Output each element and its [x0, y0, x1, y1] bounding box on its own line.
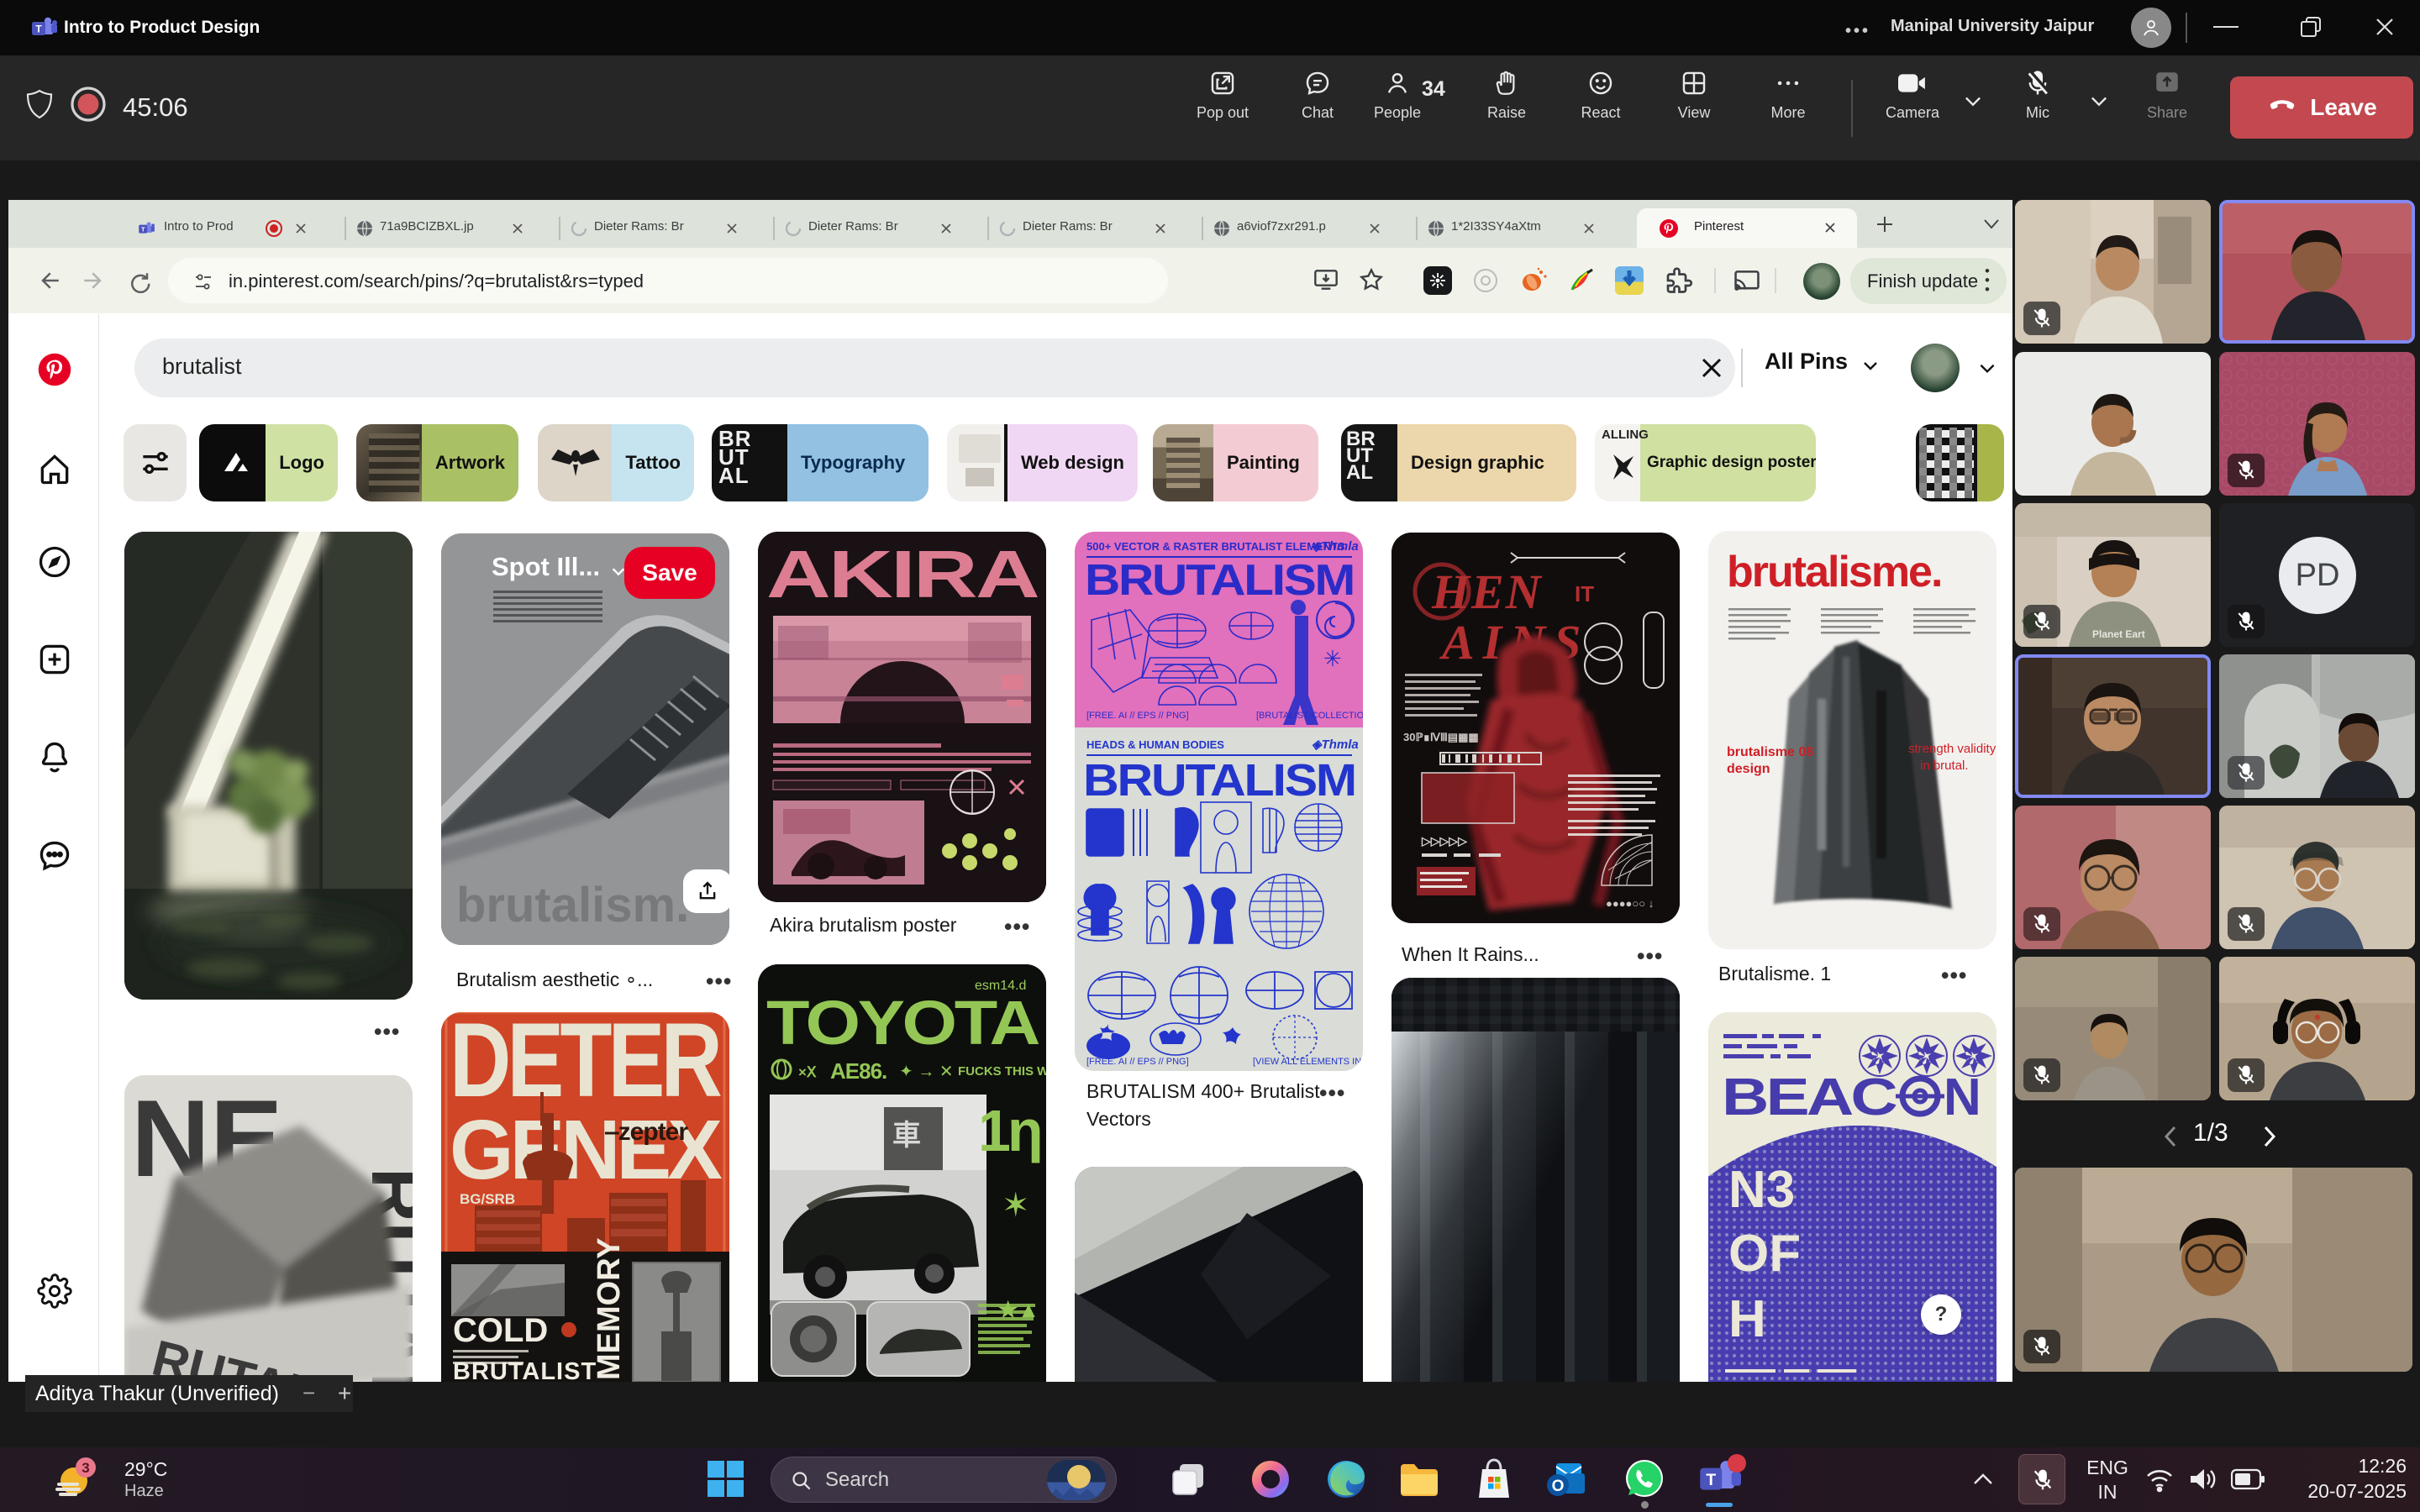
- svg-text:HEN: HEN: [1431, 564, 1543, 619]
- svg-text:◈Thmla: ◈Thmla: [1312, 738, 1359, 752]
- svg-text:30ℙ∎ⅣⅢ▤▦▩: 30ℙ∎ⅣⅢ▤▦▩: [1403, 731, 1479, 743]
- svg-text:HEADS & HUMAN BODIES: HEADS & HUMAN BODIES: [1086, 738, 1224, 751]
- svg-text:N3: N3: [1728, 1161, 1795, 1219]
- svg-text:T: T: [141, 225, 145, 233]
- svg-text:▷▷▷▷▷: ▷▷▷▷▷: [1421, 834, 1468, 848]
- svg-text:FUCKS THIS WORLD: FUCKS THIS WORLD: [958, 1064, 1046, 1079]
- svg-text:O: O: [1552, 1478, 1565, 1495]
- svg-text:◈Thmla: ◈Thmla: [1312, 539, 1359, 554]
- svg-text:BRUTALIST: BRUTALIST: [453, 1358, 597, 1382]
- svg-text:車: 車: [892, 1120, 921, 1152]
- svg-text:N: N: [1944, 1068, 1981, 1126]
- svg-text:500+ VECTOR & RASTER BRUTALIST: 500+ VECTOR & RASTER BRUTALIST ELEMENTS: [1086, 540, 1345, 553]
- svg-text:brutalisme 08: brutalisme 08: [1727, 745, 1813, 759]
- svg-text:[VIEW ALL ELEMENTS IN MY CATAL: [VIEW ALL ELEMENTS IN MY CATALOG]: [1253, 1057, 1363, 1067]
- svg-text:BEAC: BEAC: [1722, 1068, 1897, 1126]
- svg-text:brutalisme.: brutalisme.: [1727, 548, 1941, 596]
- svg-text:brutalism.: brutalism.: [456, 878, 689, 932]
- svg-text:Planet Eart: Planet Eart: [2092, 628, 2145, 640]
- svg-text:×Ⅹ: ×Ⅹ: [798, 1064, 817, 1080]
- svg-text:‒zepter: ‒zepter: [604, 1118, 688, 1146]
- svg-text:COLD: COLD: [453, 1312, 548, 1349]
- svg-text:TOYOTA: TOYOTA: [766, 988, 1039, 1058]
- svg-text:✶: ✶: [1002, 1187, 1030, 1224]
- svg-text:IT: IT: [1575, 581, 1594, 606]
- svg-text:3: 3: [82, 1460, 89, 1476]
- svg-text:AKIRA: AKIRA: [766, 537, 1038, 612]
- svg-text:AE86.: AE86.: [830, 1058, 886, 1084]
- svg-text:strength validity: strength validity: [1908, 742, 1996, 756]
- svg-text:1ƞ: 1ƞ: [978, 1098, 1040, 1163]
- svg-text:[FREE. AI // EPS // PNG]: [FREE. AI // EPS // PNG]: [1086, 1057, 1189, 1067]
- svg-text:OF: OF: [1728, 1225, 1801, 1283]
- svg-text:design: design: [1727, 762, 1770, 776]
- svg-text:BRUTALISM: BRUTALISM: [1083, 755, 1355, 806]
- svg-text:●●●●○○ ↓: ●●●●○○ ↓: [1606, 897, 1654, 910]
- svg-text:MEMORY: MEMORY: [592, 1237, 627, 1380]
- svg-text:[BRUTALIST-COLLECTION]: [BRUTALIST-COLLECTION]: [1256, 711, 1363, 721]
- svg-text:BRUTALISM: BRUTALISM: [1085, 556, 1354, 605]
- svg-text:BG/SRB: BG/SRB: [460, 1191, 515, 1207]
- svg-text:T: T: [1706, 1471, 1716, 1489]
- svg-text:✳: ✳: [1323, 646, 1342, 671]
- svg-text:in brutal.: in brutal.: [1920, 759, 1969, 773]
- svg-text:✦ → ✕: ✦ → ✕: [899, 1063, 954, 1081]
- svg-text:T: T: [35, 24, 42, 35]
- svg-text:[FREE. AI // EPS // PNG]: [FREE. AI // EPS // PNG]: [1086, 711, 1189, 721]
- svg-text:H: H: [1728, 1290, 1766, 1348]
